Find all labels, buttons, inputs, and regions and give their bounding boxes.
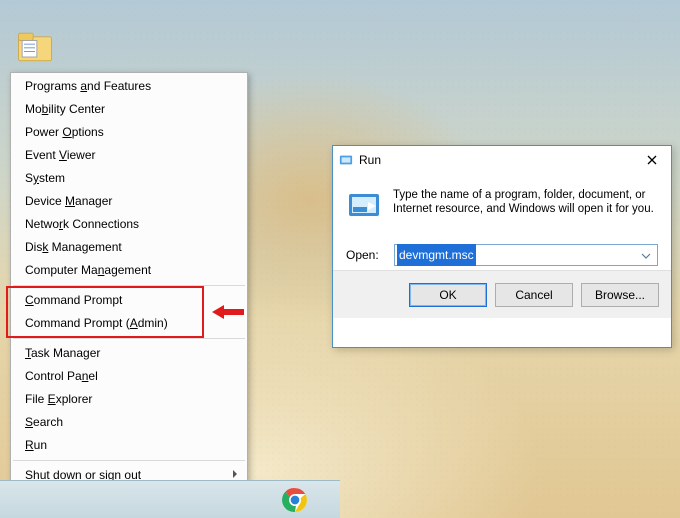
menu-item-power-options[interactable]: Power Options (11, 121, 247, 144)
ok-button[interactable]: OK (409, 283, 487, 307)
chevron-right-icon (233, 470, 237, 478)
taskbar (0, 480, 340, 518)
menu-item-task-manager[interactable]: Task Manager (11, 342, 247, 365)
menu-item-programs-and-features[interactable]: Programs and Features (11, 75, 247, 98)
run-titlebar: Run (333, 146, 671, 174)
menu-separator (13, 338, 245, 339)
run-description: Type the name of a program, folder, docu… (393, 188, 658, 224)
menu-item-event-viewer[interactable]: Event Viewer (11, 144, 247, 167)
run-title-icon (339, 153, 353, 167)
menu-item-computer-management[interactable]: Computer Management (11, 259, 247, 282)
desktop-folder-icon[interactable] (13, 24, 57, 68)
menu-item-network-connections[interactable]: Network Connections (11, 213, 247, 236)
browse-button[interactable]: Browse... (581, 283, 659, 307)
close-button[interactable] (639, 150, 665, 170)
menu-item-mobility-center[interactable]: Mobility Center (11, 98, 247, 121)
menu-separator (13, 460, 245, 461)
menu-item-system[interactable]: System (11, 167, 247, 190)
menu-item-disk-management[interactable]: Disk Management (11, 236, 247, 259)
highlight-box (6, 286, 204, 338)
menu-item-device-manager[interactable]: Device Manager (11, 190, 247, 213)
chrome-icon[interactable] (282, 487, 308, 513)
menu-item-run[interactable]: Run (11, 434, 247, 457)
run-dialog: Run Type the name of a program, folder, … (332, 145, 672, 348)
cancel-button[interactable]: Cancel (495, 283, 573, 307)
run-icon (346, 188, 382, 224)
run-title-text: Run (359, 153, 381, 167)
menu-item-file-explorer[interactable]: File Explorer (11, 388, 247, 411)
run-open-label: Open: (346, 248, 386, 262)
chevron-down-icon[interactable] (637, 247, 655, 265)
run-open-combobox[interactable]: devmgmt.msc (394, 244, 658, 266)
run-button-row: OK Cancel Browse... (333, 270, 671, 318)
menu-item-search[interactable]: Search (11, 411, 247, 434)
run-open-value: devmgmt.msc (397, 244, 476, 266)
menu-item-control-panel[interactable]: Control Panel (11, 365, 247, 388)
arrow-left-icon (212, 303, 244, 321)
